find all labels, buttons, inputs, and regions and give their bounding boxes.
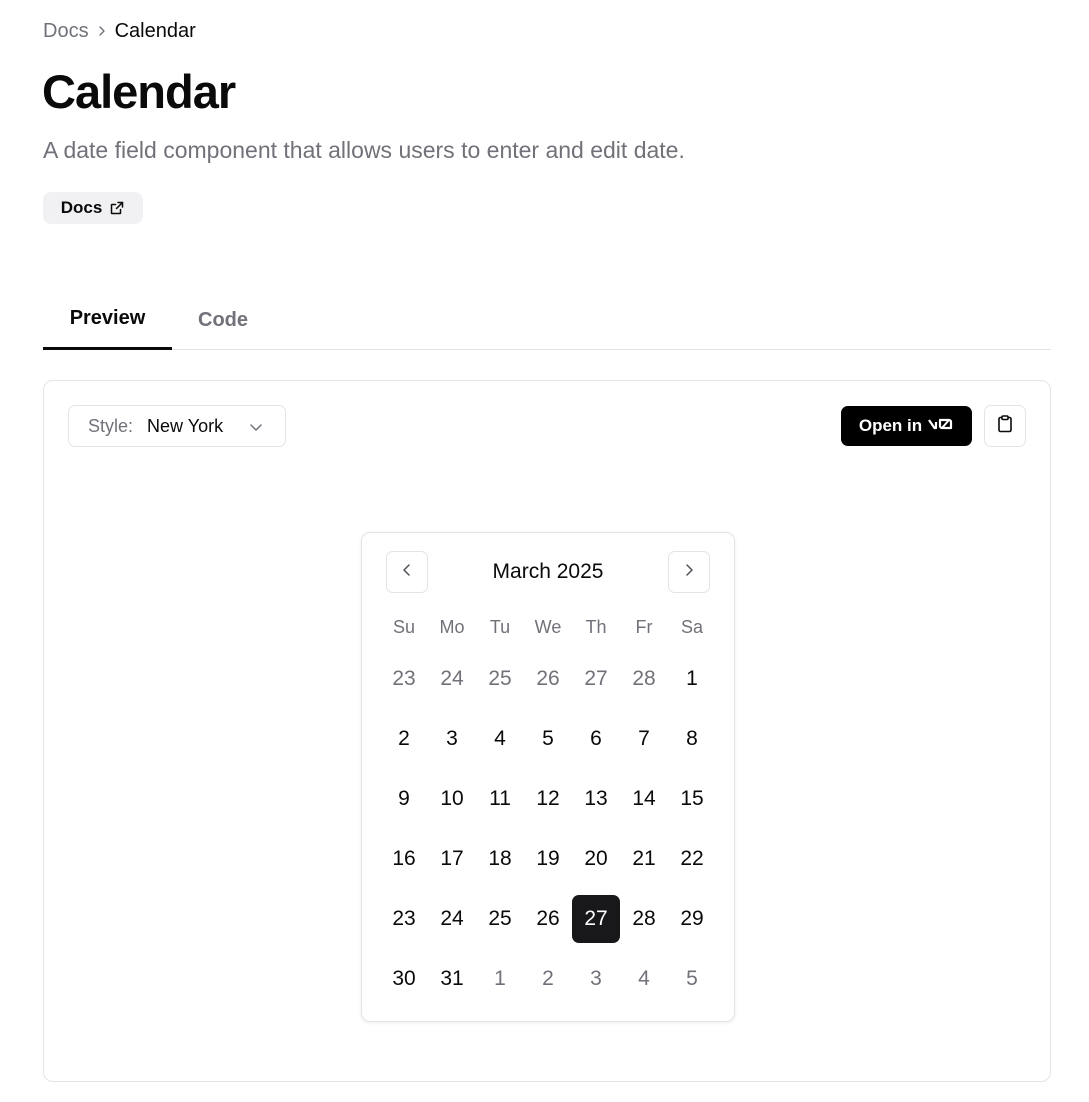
calendar-day[interactable]: 13 [572,775,620,823]
calendar-week-row: 23 24 25 26 27 28 29 [380,895,716,955]
calendar-day-grid: 23 24 25 26 27 28 1 2 3 4 5 6 7 8 9 10 11 12 13 14 15 16 17 18 1… [380,655,716,1015]
calendar-day[interactable]: 5 [524,715,572,763]
calendar-week-row: 16 17 18 19 20 21 22 [380,835,716,895]
calendar-day-outside[interactable]: 2 [524,955,572,1003]
weekday-label: We [534,617,562,637]
calendar-day[interactable]: 3 [428,715,476,763]
calendar-day-outside[interactable]: 26 [524,655,572,703]
calendar-day-outside[interactable]: 25 [476,655,524,703]
clipboard-icon [995,414,1015,439]
weekday-label: Su [392,617,416,637]
tab-bar: Preview Code [43,290,1051,350]
calendar-day[interactable]: 2 [380,715,428,763]
calendar-day[interactable]: 25 [476,895,524,943]
weekday-label: Sa [680,617,704,637]
calendar-day[interactable]: 28 [620,895,668,943]
calendar-day[interactable]: 9 [380,775,428,823]
calendar-day-outside[interactable]: 5 [668,955,716,1003]
calendar-day[interactable]: 18 [476,835,524,883]
calendar-day[interactable]: 20 [572,835,620,883]
preview-panel: Style: New York Open in March 2025 Su Mo… [43,380,1051,1082]
chevron-down-icon [247,418,265,436]
calendar-day[interactable]: 12 [524,775,572,823]
breadcrumb-docs-link[interactable]: Docs [43,18,89,44]
page-description: A date field component that allows users… [43,137,685,163]
calendar-day[interactable]: 24 [428,895,476,943]
calendar-day[interactable]: 14 [620,775,668,823]
weekday-label: Mo [439,617,465,637]
style-select[interactable]: Style: New York [68,405,286,447]
calendar-day-outside[interactable]: 3 [572,955,620,1003]
calendar-day[interactable]: 16 [380,835,428,883]
weekday-header: Su Mo Tu We Th Fr Sa [380,614,716,640]
weekday-label: Th [585,617,607,637]
style-select-value: New York [147,415,224,436]
calendar-day[interactable]: 19 [524,835,572,883]
calendar-day-outside[interactable]: 23 [380,655,428,703]
calendar-week-row: 23 24 25 26 27 28 1 [380,655,716,715]
chevron-right-icon [681,562,697,583]
next-month-button[interactable] [668,551,710,593]
calendar-day[interactable]: 23 [380,895,428,943]
style-select-label: Style: [88,415,134,436]
calendar-day[interactable]: 26 [524,895,572,943]
copy-code-button[interactable] [984,405,1026,447]
calendar-day[interactable]: 6 [572,715,620,763]
calendar: March 2025 Su Mo Tu We Th Fr Sa 23 24 25 26… [361,532,735,1022]
v0-logo-icon [928,416,954,436]
calendar-week-row: 30 31 1 2 3 4 5 [380,955,716,1015]
calendar-day[interactable]: 4 [476,715,524,763]
calendar-day[interactable]: 31 [428,955,476,1003]
calendar-day[interactable]: 30 [380,955,428,1003]
calendar-day[interactable]: 15 [668,775,716,823]
calendar-day[interactable]: 17 [428,835,476,883]
docs-badge-label: Docs [60,198,103,217]
open-in-v0-button[interactable]: Open in [841,406,972,446]
external-link-icon [109,200,125,216]
calendar-day-outside[interactable]: 24 [428,655,476,703]
open-in-label: Open in [858,416,923,435]
calendar-day-selected[interactable]: 27 [572,895,620,943]
calendar-day-outside[interactable]: 1 [476,955,524,1003]
calendar-week-row: 9 10 11 12 13 14 15 [380,775,716,835]
tab-preview[interactable]: Preview [43,290,172,350]
calendar-day[interactable]: 22 [668,835,716,883]
breadcrumb-current: Calendar [114,20,196,42]
calendar-week-row: 2345678 [380,715,716,775]
calendar-day[interactable]: 11 [476,775,524,823]
docs-link-badge[interactable]: Docs [43,192,143,224]
calendar-day-outside[interactable]: 28 [620,655,668,703]
weekday-label: Tu [489,617,511,637]
weekday-label: Fr [635,617,653,637]
chevron-right-icon [89,24,115,38]
page-title: Calendar [42,65,236,118]
calendar-day[interactable]: 7 [620,715,668,763]
tab-code[interactable]: Code [172,290,274,350]
calendar-day-outside[interactable]: 4 [620,955,668,1003]
calendar-day[interactable]: 8 [668,715,716,763]
breadcrumb: Docs Calendar [43,18,196,44]
calendar-day[interactable]: 1 [668,655,716,703]
calendar-day[interactable]: 10 [428,775,476,823]
calendar-day[interactable]: 29 [668,895,716,943]
calendar-day-outside[interactable]: 27 [572,655,620,703]
calendar-day[interactable]: 21 [620,835,668,883]
